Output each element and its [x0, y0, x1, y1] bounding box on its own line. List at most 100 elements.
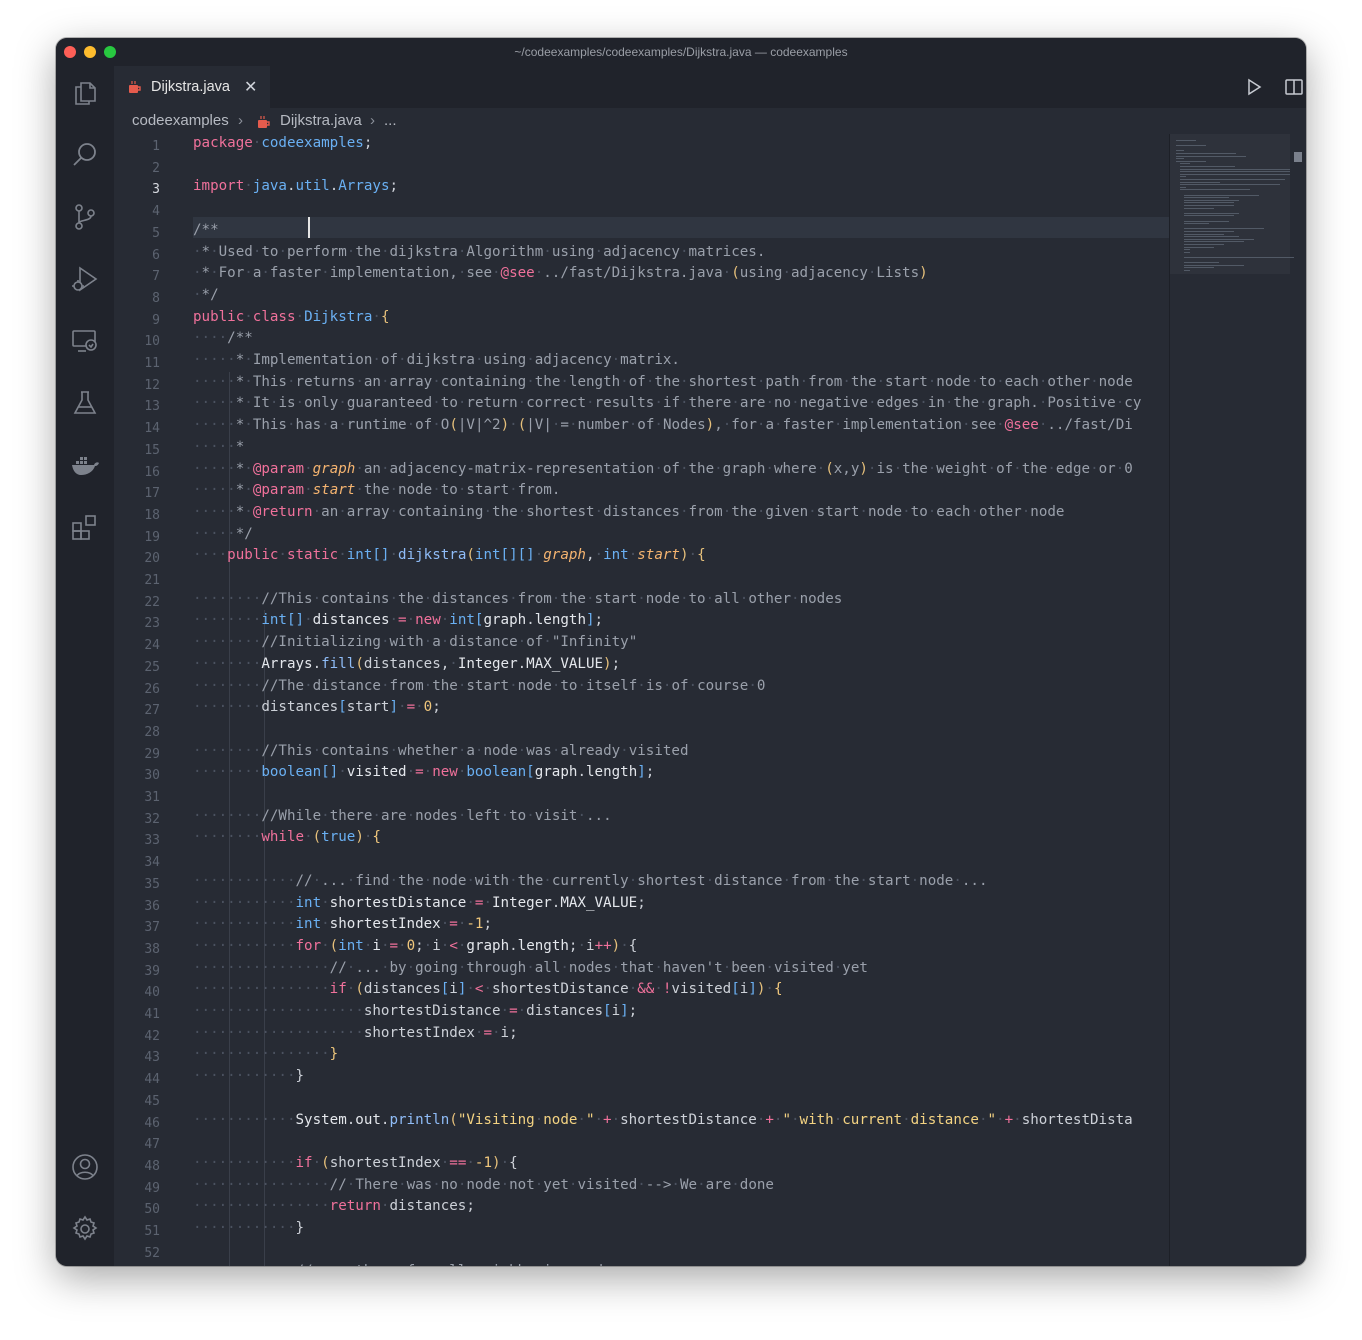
- line-number: 38: [144, 941, 160, 957]
- code-line: ················}: [193, 1046, 339, 1063]
- run-icon[interactable]: [1244, 77, 1264, 97]
- line-number: 43: [144, 1050, 160, 1066]
- line-number: 20: [144, 551, 160, 567]
- code-line: ················//·...·by·going·through·…: [193, 959, 868, 976]
- line-number: 33: [144, 833, 160, 849]
- code-line: /**: [193, 221, 219, 238]
- extensions-icon[interactable]: [70, 512, 100, 542]
- minimap-line: [1184, 267, 1214, 269]
- minimap-line: [1180, 186, 1186, 188]
- java-file-icon: [258, 116, 270, 128]
- tab-dijkstra-java[interactable]: Dijkstra.java ✕: [114, 66, 270, 109]
- line-number: 35: [144, 876, 160, 892]
- account-icon[interactable]: [70, 1152, 100, 1182]
- code-line: ············int·shortestIndex·=·-1;: [193, 916, 492, 933]
- code-line: ·*·Used·to·perform·the·dijkstra·Algorith…: [193, 243, 766, 260]
- line-number: 29: [144, 746, 160, 762]
- minimap-line: [1184, 257, 1294, 258]
- code-editor[interactable]: package·codeexamples; import·java.util.A…: [193, 133, 1168, 1266]
- line-number: 17: [144, 486, 160, 502]
- minimap-line: [1176, 160, 1206, 162]
- code-line: ·····*·This·has·a·runtime·of·O(|V|^2)·(|…: [193, 417, 1133, 434]
- minimap-line: [1180, 176, 1186, 178]
- docker-icon[interactable]: [70, 450, 100, 480]
- minimap-line: [1176, 153, 1236, 154]
- breadcrumb-folder[interactable]: codeexamples: [132, 112, 229, 129]
- minimap-line: [1184, 212, 1239, 214]
- line-number: 23: [144, 616, 160, 632]
- minimap-line: [1184, 246, 1214, 248]
- line-number: 7: [152, 269, 160, 285]
- files-icon[interactable]: [70, 78, 100, 108]
- code-line: import·java.util.Arrays;: [193, 178, 399, 195]
- testing-icon[interactable]: [70, 388, 100, 418]
- line-number: 3: [152, 182, 160, 198]
- minimap-line: [1180, 173, 1290, 175]
- minimap-line: [1184, 207, 1214, 209]
- breadcrumb-separator: ›: [370, 112, 375, 129]
- line-number: 37: [144, 920, 160, 936]
- line-number: 14: [144, 421, 160, 437]
- code-line: ·····*·@param·start·the·node·to·start·fr…: [193, 482, 561, 499]
- line-number: 15: [144, 442, 160, 458]
- minimap-line: [1184, 236, 1239, 238]
- code-line: ····/**: [193, 330, 253, 347]
- line-number: 18: [144, 507, 160, 523]
- code-line: ·*·For·a·faster·implementation,·see·@see…: [193, 265, 928, 282]
- activity-bar: [56, 66, 114, 1266]
- code-line: ·····*/: [193, 525, 253, 542]
- split-editor-icon[interactable]: [1284, 77, 1304, 97]
- code-line: ·····*·@return·an·array·containing·the·s…: [193, 503, 1065, 520]
- breadcrumb-symbol[interactable]: ...: [384, 112, 397, 129]
- code-line: ········//Initializing·with·a·distance·o…: [193, 634, 638, 651]
- java-file-icon: [129, 81, 141, 93]
- minimap-line: [1184, 244, 1224, 245]
- code-line: ········Arrays.fill(distances,·Integer.M…: [193, 655, 621, 672]
- code-line: ·····*·It·is·only·guaranteed·to·return·c…: [193, 395, 1142, 412]
- line-number: 27: [144, 703, 160, 719]
- code-line: ········distances[start]·=·0;: [193, 699, 441, 716]
- code-line: ············//·...·find·the·node·with·th…: [193, 872, 988, 889]
- line-number: 51: [144, 1224, 160, 1239]
- breadcrumb-separator: ›: [238, 112, 243, 129]
- remote-explorer-icon[interactable]: [70, 326, 100, 356]
- line-number: 47: [144, 1137, 160, 1153]
- line-number: 49: [144, 1180, 160, 1196]
- code-line: ················if·(distances[i]·<·short…: [193, 981, 783, 998]
- run-debug-icon[interactable]: [70, 264, 100, 294]
- code-line: ········int[]·distances·=·new·int[graph.…: [193, 612, 604, 629]
- line-number: 28: [144, 724, 160, 740]
- minimap-line: [1184, 238, 1254, 240]
- line-number: 41: [144, 1007, 160, 1022]
- line-number: 42: [144, 1028, 160, 1044]
- code-line: ············for·(int·i·=·0;·i·<·graph.le…: [193, 937, 638, 954]
- minimap[interactable]: [1169, 134, 1294, 1266]
- line-number: 5: [152, 225, 160, 241]
- line-number: 24: [144, 638, 160, 654]
- line-number: 4: [152, 204, 160, 220]
- code-line: ········//The·distance·from·the·start·no…: [193, 677, 766, 694]
- source-control-icon[interactable]: [70, 202, 100, 232]
- breadcrumb-file[interactable]: Dijkstra.java: [280, 112, 362, 129]
- code-line: package·codeexamples;: [193, 135, 373, 151]
- line-number: 45: [144, 1093, 160, 1109]
- search-icon[interactable]: [70, 140, 100, 170]
- minimap-line: [1184, 231, 1234, 232]
- code-line: ····················shortestDistance·=·d…: [193, 1003, 638, 1019]
- line-number: 22: [144, 594, 160, 610]
- minimap-line: [1184, 194, 1259, 196]
- minimap-line: [1184, 249, 1190, 251]
- code-line: ········boolean[]·visited·=·new·boolean[…: [193, 764, 655, 781]
- line-number: 19: [144, 529, 160, 545]
- vertical-scrollbar[interactable]: [1294, 152, 1302, 162]
- code-line: ····················shortestIndex·=·i;: [193, 1024, 518, 1041]
- tab-bar: Dijkstra.java ✕: [114, 66, 1306, 109]
- minimap-line: [1184, 262, 1219, 264]
- tab-label: Dijkstra.java: [151, 79, 230, 95]
- tab-close-icon[interactable]: ✕: [244, 77, 257, 97]
- line-number: 8: [152, 290, 160, 306]
- line-number: 40: [144, 985, 160, 1001]
- minimap-line: [1180, 163, 1190, 165]
- settings-gear-icon[interactable]: [70, 1214, 100, 1244]
- code-line: ····public·static·int[]·dijkstra(int[][]…: [193, 547, 706, 564]
